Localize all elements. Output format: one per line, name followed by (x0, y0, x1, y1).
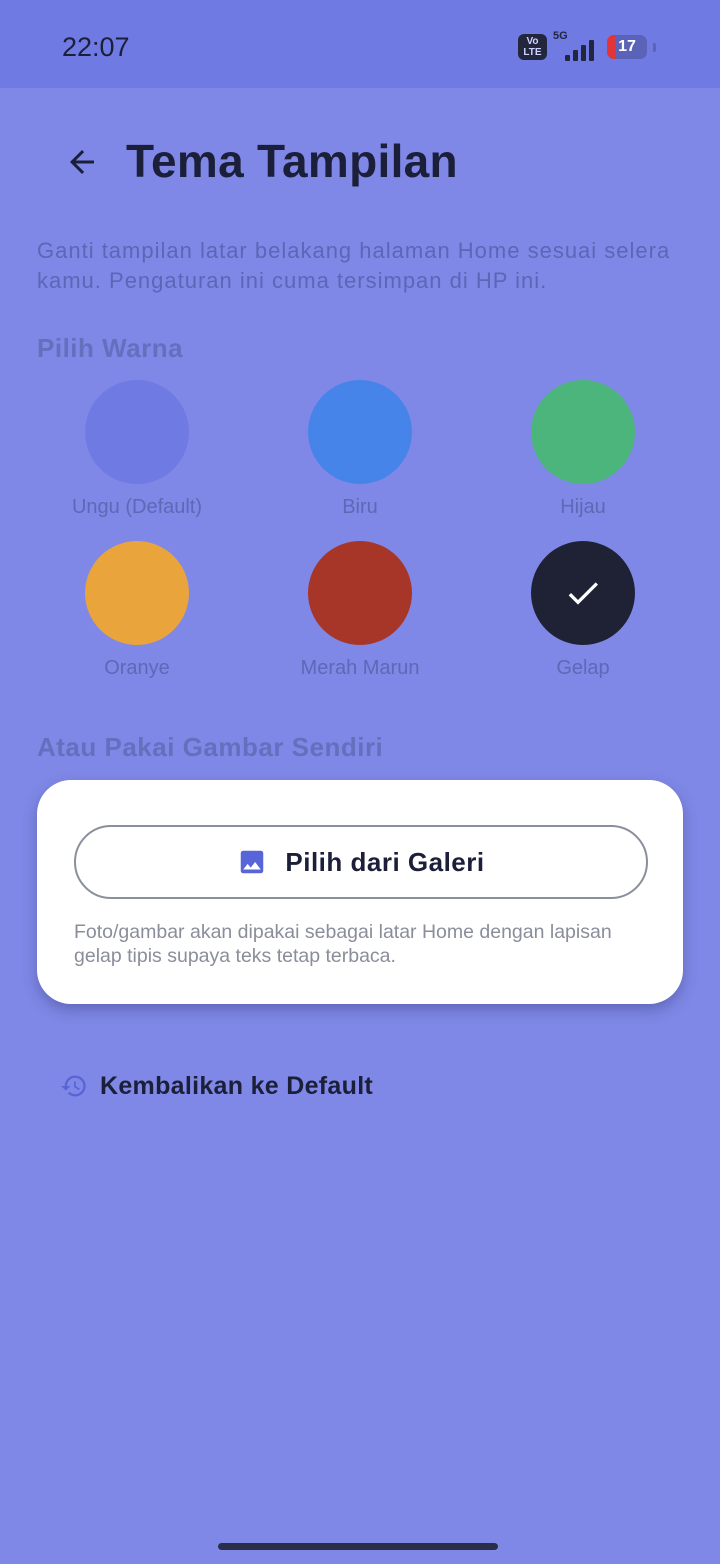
page-title: Tema Tampilan (126, 135, 458, 187)
section-label-colors: Pilih Warna (37, 333, 184, 363)
reset-default-button[interactable]: Kembalikan ke Default (60, 1066, 373, 1106)
page-description: Ganti tampilan latar belakang halaman Ho… (37, 238, 671, 293)
checkmark-icon (568, 582, 598, 605)
color-swatch-hijau[interactable] (531, 380, 635, 484)
color-swatch-gelap[interactable] (531, 541, 635, 645)
pick-gallery-label: Pilih dari Galeri (285, 846, 485, 877)
status-bar: 22:07 Vo LTE 5G 17 (0, 0, 720, 88)
arrow-left-icon (70, 150, 94, 174)
color-swatch-oranye[interactable] (85, 541, 189, 645)
signal-icon: 5G (553, 30, 594, 61)
color-label-biru: Biru (342, 496, 378, 518)
section-label-image: Atau Pakai Gambar Sendiri (37, 732, 384, 762)
volte-top: Vo (526, 36, 539, 47)
status-icons: Vo LTE 5G 17 (518, 30, 656, 61)
color-label-merah-marun: Merah Marun (300, 657, 420, 679)
battery-icon: 17 (607, 35, 647, 59)
color-label-gelap: Gelap (556, 657, 610, 679)
reset-default-label: Kembalikan ke Default (100, 1071, 374, 1100)
back-button[interactable] (56, 136, 108, 188)
color-label-ungu: Ungu (Default) (71, 496, 203, 518)
color-swatch-merah-marun[interactable] (308, 541, 412, 645)
image-note: Foto/gambar akan dipakai sebagai latar H… (74, 921, 612, 967)
home-indicator[interactable] (218, 1543, 498, 1550)
volte-bottom: LTE (523, 47, 542, 58)
color-label-oranye: Oranye (104, 657, 170, 679)
volte-icon: Vo LTE (518, 34, 547, 60)
color-swatch-ungu[interactable] (85, 380, 189, 484)
image-card: Pilih dari Galeri Foto/gambar akan dipak… (37, 780, 683, 1004)
color-label-hijau: Hijau (560, 496, 606, 518)
image-icon (241, 850, 264, 874)
status-time: 22:07 (62, 32, 130, 62)
pick-gallery-button[interactable]: Pilih dari Galeri (74, 825, 648, 899)
history-icon (61, 1075, 86, 1097)
color-swatch-biru[interactable] (308, 380, 412, 484)
battery-level: 17 (618, 38, 636, 55)
